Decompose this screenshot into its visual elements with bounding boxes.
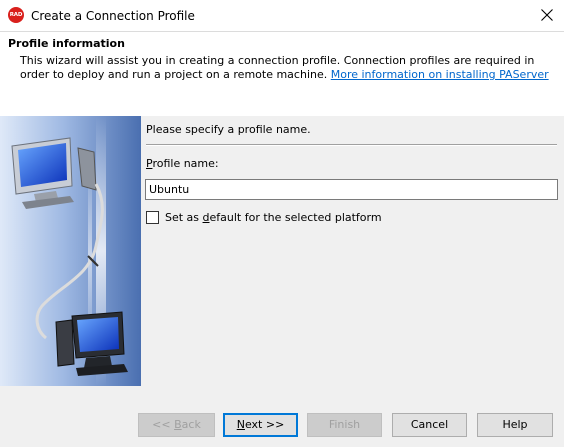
- header-title: Profile information: [8, 37, 125, 50]
- profile-name-input[interactable]: [145, 179, 558, 200]
- next-button[interactable]: Next >>: [223, 413, 298, 437]
- help-button[interactable]: Help: [477, 413, 553, 437]
- profile-name-label-text: rofile name:: [152, 157, 219, 170]
- default-platform-checkbox[interactable]: [146, 211, 159, 224]
- profile-prompt: Please specify a profile name.: [146, 123, 311, 136]
- app-icon-text: RAD: [9, 12, 23, 18]
- back-label-before: <<: [152, 418, 175, 431]
- separator: [146, 144, 557, 146]
- back-label-after: ack: [181, 418, 201, 431]
- finish-button[interactable]: Finish: [307, 413, 382, 437]
- title-bar: RAD Create a Connection Profile: [0, 0, 564, 31]
- next-mnemonic: N: [236, 418, 245, 431]
- paserver-info-link[interactable]: More information on installing PAServer: [331, 68, 549, 81]
- default-label-after: efault for the selected platform: [209, 211, 382, 224]
- back-button[interactable]: << Back: [138, 413, 215, 437]
- rad-studio-icon: RAD: [8, 7, 24, 23]
- default-label-before: Set as: [165, 211, 203, 224]
- window-title: Create a Connection Profile: [31, 9, 195, 23]
- header-description: This wizard will assist you in creating …: [20, 54, 556, 82]
- wizard-header: Profile information This wizard will ass…: [0, 31, 564, 116]
- profile-name-label: Profile name:: [146, 157, 219, 170]
- close-button[interactable]: [530, 0, 564, 31]
- default-label-mnemonic: d: [202, 211, 210, 224]
- default-platform-label[interactable]: Set as default for the selected platform: [165, 211, 382, 224]
- next-label-after: ext >>: [244, 418, 285, 431]
- close-icon: [541, 9, 553, 21]
- back-mnemonic: B: [174, 418, 182, 431]
- remote-computers-illustration: [0, 116, 141, 386]
- cancel-button[interactable]: Cancel: [392, 413, 467, 437]
